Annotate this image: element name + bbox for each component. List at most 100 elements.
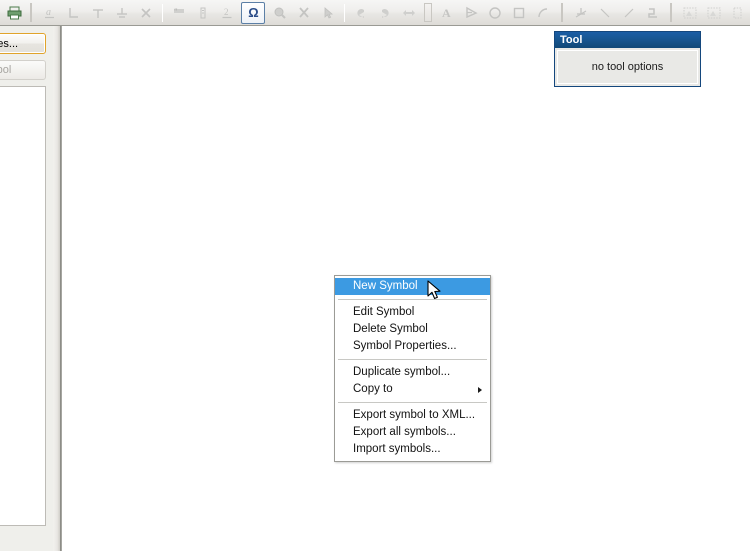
- bus-icon-glyph: [646, 6, 660, 20]
- delete-icon-glyph: [297, 6, 311, 20]
- toolbar-gap-8: [665, 4, 668, 22]
- zoom-icon-glyph: [273, 6, 287, 20]
- toolbar-group-label: rr 2: [167, 0, 239, 26]
- insert-image-extra-icon-glyph: [733, 6, 743, 20]
- circle-icon[interactable]: [483, 2, 507, 24]
- menu-item-copy-to-label: Copy to: [353, 383, 393, 395]
- junction-icon[interactable]: [86, 2, 110, 24]
- symbol-context-menu: New Symbol Edit Symbol Delete Symbol Sym…: [334, 275, 491, 462]
- submenu-arrow-icon: [478, 387, 482, 393]
- svg-text:a: a: [46, 7, 51, 18]
- svg-text:A: A: [442, 6, 451, 20]
- pin-icon-glyph: [573, 6, 589, 20]
- toolbar-group-draw: A: [435, 0, 555, 26]
- rotate-left-icon-glyph: [354, 6, 368, 20]
- main-toolbar: a: [0, 0, 750, 26]
- menu-item-export-symbol-to-xml[interactable]: Export symbol to XML...: [335, 407, 490, 424]
- sidebar-splitter[interactable]: [53, 26, 61, 551]
- insert-image-alt-icon-glyph: [706, 6, 722, 20]
- menu-item-duplicate-symbol[interactable]: Duplicate symbol...: [335, 364, 490, 381]
- library-sidebar: Manage Libraries... Remove Symbol Relays…: [0, 26, 53, 551]
- application-window: a: [0, 0, 750, 551]
- toolbar-group-print: [3, 0, 27, 26]
- rotate-right-icon-glyph: [378, 6, 392, 20]
- polygon-icon[interactable]: [459, 2, 483, 24]
- library-tree-item-relays[interactable]: Relays (6): [0, 137, 45, 154]
- menu-item-delete-symbol[interactable]: Delete Symbol: [335, 321, 490, 338]
- toolbar-gap-6: [555, 4, 558, 22]
- menu-item-edit-symbol[interactable]: Edit Symbol: [335, 304, 490, 321]
- pointer-icon[interactable]: [316, 2, 340, 24]
- omega-symbol-icon[interactable]: Ω: [241, 2, 265, 24]
- toolbar-group-select: [268, 0, 340, 26]
- junction-icon-glyph: [91, 6, 105, 20]
- mirror-icon[interactable]: [397, 2, 421, 24]
- toolbar-group-pin: [569, 0, 665, 26]
- print-icon[interactable]: [3, 2, 27, 24]
- zoom-icon[interactable]: [268, 2, 292, 24]
- toolbar-group-rotate: [349, 0, 421, 26]
- page-label-icon-glyph: [196, 6, 210, 20]
- insert-image-alt-icon[interactable]: [702, 2, 726, 24]
- library-tree[interactable]: Relays (6) Switches (1: [0, 86, 46, 526]
- toolbar-grip-3[interactable]: [670, 3, 672, 22]
- rotate-left-icon[interactable]: [349, 2, 373, 24]
- library-sidebar-content: Manage Libraries... Remove Symbol Relays…: [0, 26, 53, 551]
- toolbar-separator-1: [162, 4, 163, 22]
- corner-wire-icon-glyph: [67, 6, 81, 20]
- number-label-icon-glyph: 2: [220, 6, 234, 20]
- line-icon[interactable]: [593, 2, 617, 24]
- menu-separator-2: [338, 359, 487, 360]
- toolbar-separator-2: [344, 4, 345, 22]
- toolbar-blank-slab[interactable]: [424, 3, 432, 22]
- remove-symbol-button[interactable]: Remove Symbol: [0, 60, 46, 80]
- text-tool-icon[interactable]: a: [38, 2, 62, 24]
- circle-icon-glyph: [488, 6, 502, 20]
- pin-icon[interactable]: [569, 2, 593, 24]
- arc-icon[interactable]: [531, 2, 555, 24]
- library-tree-item-switches[interactable]: Switches (1: [0, 154, 45, 171]
- menu-item-copy-to[interactable]: Copy to: [335, 381, 490, 398]
- insert-image-icon-glyph: [682, 6, 698, 20]
- menu-item-import-symbols[interactable]: Import symbols...: [335, 441, 490, 458]
- pointer-icon-glyph: [321, 6, 335, 20]
- delete-icon[interactable]: [292, 2, 316, 24]
- svg-text:2: 2: [224, 7, 229, 17]
- toolbar-group-annotation: a: [38, 0, 158, 26]
- line-alt-icon[interactable]: [617, 2, 641, 24]
- tool-options-title: Tool: [555, 32, 700, 48]
- insert-image-icon[interactable]: [678, 2, 702, 24]
- rectangle-icon[interactable]: [507, 2, 531, 24]
- line-alt-icon-glyph: [622, 6, 636, 20]
- menu-item-export-all-symbols[interactable]: Export all symbols...: [335, 424, 490, 441]
- print-icon-glyph: [7, 6, 22, 20]
- text-icon[interactable]: A: [435, 2, 459, 24]
- toolbar-grip-2[interactable]: [561, 3, 563, 22]
- menu-item-new-symbol[interactable]: New Symbol: [335, 278, 490, 295]
- mirror-icon-glyph: [401, 6, 417, 20]
- no-connect-icon[interactable]: [134, 2, 158, 24]
- toolbar-group-image: [678, 0, 750, 26]
- insert-image-extra-icon[interactable]: [726, 2, 750, 24]
- menu-item-symbol-properties[interactable]: Symbol Properties...: [335, 338, 490, 355]
- tool-options-body: no tool options: [557, 50, 698, 84]
- rotate-right-icon[interactable]: [373, 2, 397, 24]
- no-connect-icon-glyph: [139, 6, 153, 20]
- ground-icon-glyph: [115, 6, 129, 20]
- line-icon-glyph: [598, 6, 612, 20]
- ground-icon[interactable]: [110, 2, 134, 24]
- bus-icon[interactable]: [641, 2, 665, 24]
- polygon-icon-glyph: [464, 6, 478, 20]
- tool-options-panel: Tool no tool options: [554, 31, 701, 87]
- number-label-icon[interactable]: 2: [215, 2, 239, 24]
- corner-wire-icon[interactable]: [62, 2, 86, 24]
- net-label-icon[interactable]: rr: [167, 2, 191, 24]
- net-label-icon-glyph: rr: [171, 6, 187, 20]
- menu-separator-1: [338, 299, 487, 300]
- page-label-icon[interactable]: [191, 2, 215, 24]
- rectangle-icon-glyph: [512, 6, 526, 20]
- toolbar-grip-1[interactable]: [30, 3, 32, 22]
- manage-libraries-button[interactable]: Manage Libraries...: [0, 33, 46, 54]
- arc-icon-glyph: [536, 6, 550, 20]
- text-icon-glyph: A: [440, 6, 454, 20]
